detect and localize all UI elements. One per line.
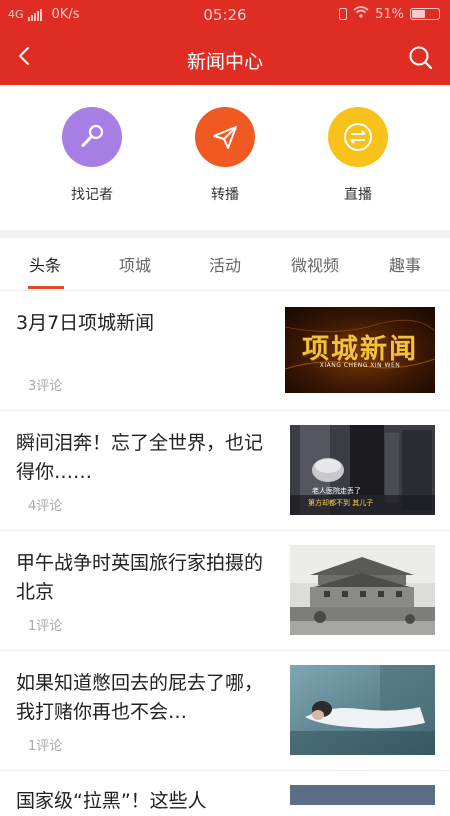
status-bar: 4G 0K/s 05:26 51% <box>0 0 450 30</box>
search-icon <box>409 46 433 70</box>
news-title: 3月7日项城新闻 <box>16 312 155 334</box>
comment-count: 1评论 <box>28 619 63 634</box>
news-title: 如果知道憋回去的屁去了哪，我打赌你再也不会… <box>16 672 264 723</box>
tab-headlines[interactable]: 头条 <box>29 252 61 276</box>
news-thumbnail <box>290 785 435 805</box>
thumbnail-title: 项城新闻 <box>302 334 418 365</box>
vibrate-icon <box>339 8 348 20</box>
comment-count: 3评论 <box>28 379 63 394</box>
tab-xiangcheng[interactable]: 项城 <box>119 252 151 276</box>
comment-count: 4评论 <box>28 499 63 514</box>
tab-fun[interactable]: 趣事 <box>389 252 421 276</box>
microphone-icon <box>62 107 122 167</box>
quick-action-label: 找记者 <box>71 187 113 203</box>
quick-action-relay[interactable]: 转播 <box>175 107 275 204</box>
header-bar: 新闻中心 <box>0 30 450 85</box>
comment-count: 1评论 <box>28 739 63 754</box>
news-thumbnail <box>290 665 435 755</box>
news-item[interactable]: 如果知道憋回去的屁去了哪，我打赌你再也不会… 1评论 <box>0 651 450 771</box>
battery-percent: 51% <box>375 6 404 22</box>
news-item[interactable]: 甲午战争时英国旅行家拍摄的北京 1评论 <box>0 531 450 651</box>
tab-events[interactable]: 活动 <box>209 252 241 276</box>
news-list: 3月7日项城新闻 3评论 项城新闻 XIANG CHENG XIN WEN 瞬间… <box>0 291 450 812</box>
section-divider <box>0 230 450 238</box>
battery-icon <box>410 8 440 20</box>
news-title: 国家级“拉黑”！这些人 <box>16 790 207 812</box>
thumbnail-caption: 第方却都不到 其儿子 <box>308 499 374 507</box>
active-tab-indicator <box>28 286 64 289</box>
quick-action-live[interactable]: 直播 <box>308 107 408 204</box>
quick-actions: 找记者 转播 直播 <box>0 85 450 230</box>
news-thumbnail: 老人医院走丢了 第方却都不到 其儿子 <box>290 425 435 515</box>
news-title: 甲午战争时英国旅行家拍摄的北京 <box>16 552 264 603</box>
thumbnail-subtitle: XIANG CHENG XIN WEN <box>319 362 401 369</box>
paper-plane-icon <box>195 107 255 167</box>
wifi-icon <box>353 6 369 22</box>
quick-action-label: 转播 <box>211 187 239 203</box>
status-right: 51% <box>339 6 440 22</box>
quick-action-label: 直播 <box>344 187 372 203</box>
news-thumbnail: 项城新闻 XIANG CHENG XIN WEN <box>285 307 435 393</box>
page-title: 新闻中心 <box>186 51 263 73</box>
news-title: 瞬间泪奔！忘了全世界，也记得你…… <box>16 432 264 483</box>
news-item[interactable]: 瞬间泪奔！忘了全世界，也记得你…… 4评论 老人医院走丢了 第方却都不到 其儿子 <box>0 411 450 531</box>
news-thumbnail <box>290 545 435 635</box>
quick-action-find-reporter[interactable]: 找记者 <box>42 107 142 204</box>
news-item[interactable]: 3月7日项城新闻 3评论 项城新闻 XIANG CHENG XIN WEN <box>0 291 450 411</box>
category-tabs: 头条 项城 活动 微视频 趣事 <box>0 238 450 291</box>
thumbnail-caption: 老人医院走丢了 <box>312 487 361 495</box>
tab-micro-video[interactable]: 微视频 <box>291 252 339 276</box>
news-item[interactable]: 国家级“拉黑”！这些人 <box>0 771 450 812</box>
search-button[interactable] <box>408 45 434 71</box>
live-arrows-icon <box>328 107 388 167</box>
